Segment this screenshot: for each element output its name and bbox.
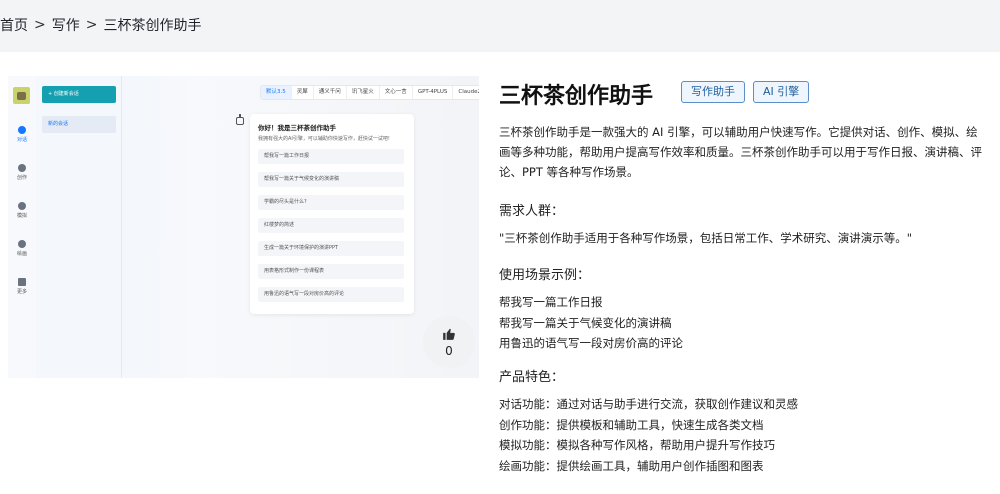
chat-icon (18, 126, 26, 134)
list-item: 帮我写一篇关于气候变化的演讲稿 (499, 315, 672, 330)
features-list: 对话功能：通过对话与助手进行交流，获取创作建议和灵感 创作功能：提供模板和辅助工… (499, 394, 798, 476)
product-description: 三杯茶创作助手是一款强大的 AI 引擎，可以辅助用户快速写作。它提供对话、创作、… (499, 125, 982, 179)
preview-greeting: 你好！我是三杯茶创作助手 (258, 124, 336, 132)
preview-greeting-desc: 我拥有强大的AI引擎，可以辅助你快速写作，赶快试一试吧! (258, 136, 390, 142)
list-item: 对话功能：通过对话与助手进行交流，获取创作建议和灵感 (499, 397, 798, 411)
breadcrumb-separator: > (34, 17, 46, 33)
like-count: 0 (445, 344, 453, 358)
breadcrumb-separator: > (85, 17, 98, 33)
grid-icon (18, 278, 26, 286)
list-item: 模拟功能：模拟各种写作风格，帮助用户提升写作技巧 (499, 438, 775, 452)
preview-model-tab: 讯飞星火 (347, 86, 380, 99)
preview-model-tab: 通义千问 (314, 86, 347, 99)
preview-nav-simulate: 模拟 (8, 202, 36, 219)
preview-model-tab: GPT-4PLUS (413, 86, 454, 99)
feather-icon (18, 164, 26, 172)
examples-list: 帮我写一篇工作日报 帮我写一篇关于气候变化的演讲稿 用鲁迅的语气写一段对房价高的… (499, 292, 683, 354)
breadcrumb-category[interactable]: 写作 (52, 15, 80, 35)
thumbs-up-icon (443, 328, 455, 340)
preview-model-tabs: 默认3.5 灵犀 通义千问 讯飞星火 文心一言 GPT-4PLUS Claude… (260, 85, 479, 100)
preview-suggestion: 帮我写一篇关于气候变化的演讲稿 (258, 172, 404, 187)
preview-conversation-item: 新的会话 (42, 116, 116, 133)
preview-nav-more: 更多 (8, 278, 36, 295)
preview-model-tab: 灵犀 (292, 86, 314, 99)
page-title: 三杯茶创作助手 (499, 84, 654, 109)
preview-model-tab: Claude2 (458, 89, 479, 95)
preview-suggestion: 用鲁迅的语气写一段对房价高的评论 (258, 287, 404, 302)
preview-screenshot: 对话 创作 模拟 绘画 更多 + 创建新会话 新的会话 默认3.5 灵犀 通义千… (8, 76, 479, 378)
tag-writing-assistant[interactable]: 写作助手 (681, 81, 745, 103)
robot-icon (234, 114, 246, 127)
breadcrumb: 首页 > 写作 > 三杯茶创作助手 (0, 14, 201, 36)
preview-nav-create: 创作 (8, 164, 36, 181)
avatar (13, 87, 30, 104)
features-heading: 产品特色： (499, 370, 565, 385)
preview-model-tab: 默认3.5 (261, 86, 292, 99)
tag-ai-engine[interactable]: AI 引擎 (753, 81, 810, 103)
like-button[interactable]: 0 (423, 316, 475, 368)
preview-new-chat-button: + 创建新会话 (42, 86, 116, 103)
preview-suggestion: 生成一篇关于环境保护的演讲PPT (258, 241, 404, 256)
list-item: 帮我写一篇工作日报 (499, 295, 603, 309)
list-item: 创作功能：提供模板和辅助工具，快速生成各类文档 (499, 417, 764, 432)
preview-suggestion: 学霸的尽头是什么? (258, 195, 404, 210)
preview-nav-rail: 对话 创作 模拟 绘画 更多 (8, 76, 36, 378)
breadcrumb-home[interactable]: 首页 (0, 15, 28, 35)
product-card: 对话 创作 模拟 绘画 更多 + 创建新会话 新的会话 默认3.5 灵犀 通义千… (0, 52, 1000, 494)
preview-suggestion: 帮我写一篇工作日报 (258, 149, 404, 164)
preview-nav-paint: 绘画 (8, 240, 36, 257)
breadcrumb-current: 三杯茶创作助手 (103, 18, 202, 34)
audience-heading: 需求人群： (499, 204, 565, 219)
preview-model-tab: 文心一言 (380, 86, 413, 99)
preview-nav-chat: 对话 (8, 126, 36, 143)
robot-icon (18, 202, 26, 210)
list-item: 绘画功能：提供绘画工具，辅助用户创作插图和图表 (499, 458, 764, 473)
preview-welcome-panel: 你好！我是三杯茶创作助手 我拥有强大的AI引擎，可以辅助你快速写作，赶快试一试吧… (250, 114, 414, 314)
preview-sidebar: + 创建新会话 新的会话 (36, 76, 122, 378)
audience-text: "三杯茶创作助手适用于各种写作场景，包括日常工作、学术研究、演讲演示等。" (499, 231, 913, 245)
palette-icon (18, 240, 26, 248)
preview-suggestion: 用表格形式制作一份课程表 (258, 264, 404, 279)
preview-suggestion: 红楼梦的简述 (258, 218, 404, 233)
list-item: 用鲁迅的语气写一段对房价高的评论 (499, 336, 683, 350)
examples-heading: 使用场景示例： (499, 268, 591, 283)
